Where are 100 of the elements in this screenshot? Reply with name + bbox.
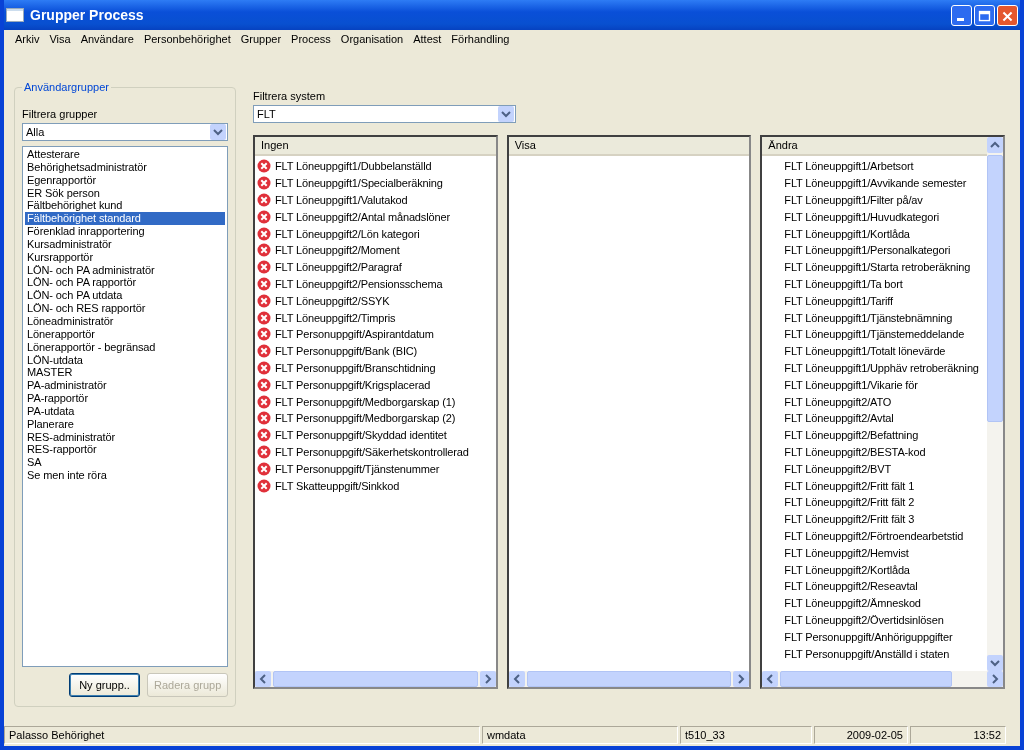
column-header[interactable]: Ingen	[255, 137, 496, 156]
column-header[interactable]: Visa	[508, 137, 750, 156]
group-button[interactable]: Ny grupp..	[69, 673, 140, 697]
menu-item[interactable]: Användare	[75, 32, 139, 45]
group-list-item[interactable]: Lönerapportör - begränsad	[25, 340, 225, 354]
minimize-button[interactable]	[951, 4, 972, 26]
group-list-item[interactable]: PA-rapportör	[25, 392, 225, 405]
menu-item[interactable]: Förhandling	[446, 32, 515, 45]
group-list-item[interactable]: LÖN- och PA administratör	[25, 263, 225, 277]
permission-item[interactable]: FLT Löneuppgift2/Paragraf	[275, 261, 402, 274]
menu-item[interactable]: Attest	[408, 32, 447, 45]
group-list-item[interactable]: Behörighetsadministratör	[25, 160, 225, 174]
permission-item[interactable]: FLT Löneuppgift2/Antal månadslöner	[275, 210, 450, 223]
menu-item[interactable]: Visa	[44, 32, 76, 45]
permission-item[interactable]: FLT Löneuppgift2/Pensionsschema	[275, 277, 443, 290]
group-list-item[interactable]: RES-administratör	[25, 430, 225, 444]
permission-item[interactable]: FLT Personuppgift/Branschtidning	[275, 361, 436, 374]
permission-item[interactable]: FLT Löneuppgift2/SSYK	[275, 294, 390, 307]
group-list-item[interactable]: ER Sök person	[25, 186, 225, 200]
vertical-scrollbar[interactable]	[987, 137, 1003, 671]
group-list-item[interactable]: Förenklad inrapportering	[25, 225, 225, 238]
permission-item[interactable]: FLT Löneuppgift1/Tjänstebnämning	[784, 311, 953, 324]
group-list-item[interactable]: Lönerapportör	[25, 327, 225, 341]
permission-item[interactable]: FLT Löneuppgift1/Personalkategori	[784, 244, 951, 257]
permission-item[interactable]: FLT Personuppgift/Medborgarskap (1)	[275, 395, 456, 408]
group-list-item[interactable]: RES-rapportör	[25, 443, 225, 457]
group-filter-dropdown[interactable]: Alla	[22, 123, 228, 141]
group-list-item[interactable]: Löneadministratör	[25, 314, 225, 328]
permission-item[interactable]: FLT Personuppgift/Krigsplacerad	[275, 378, 431, 391]
permission-item[interactable]: FLT Personuppgift/Säkerhetskontrollerad	[275, 445, 469, 458]
permission-item[interactable]: FLT Löneuppgift2/Avtal	[784, 412, 894, 425]
permission-item[interactable]: FLT Löneuppgift1/Ta bort	[784, 277, 903, 290]
group-list-item[interactable]: Egenrapportör	[25, 173, 225, 187]
permission-item[interactable]: FLT Personuppgift/Bank (BIC)	[275, 345, 418, 358]
group-list-item[interactable]: SA	[25, 456, 225, 470]
menu-item[interactable]: Process	[286, 32, 336, 45]
close-button[interactable]	[997, 4, 1018, 26]
permission-item[interactable]: FLT Löneuppgift2/Fritt fält 2	[784, 496, 915, 509]
permission-item[interactable]: FLT Personuppgift/Aspirantdatum	[275, 328, 434, 341]
permission-item[interactable]: FLT Löneuppgift1/Tjänstemeddelande	[784, 328, 965, 341]
permission-item[interactable]: FLT Personuppgift/Anställd i staten	[784, 647, 950, 660]
horizontal-scrollbar[interactable]	[762, 671, 1003, 687]
scroll-thumb[interactable]	[987, 155, 1003, 422]
menu-item[interactable]: Grupper	[235, 32, 287, 45]
permission-item[interactable]: FLT Löneuppgift2/Reseavtal	[784, 580, 918, 593]
permission-item[interactable]: FLT Löneuppgift2/Övertidsinlösen	[784, 613, 944, 626]
permission-item[interactable]: FLT Löneuppgift2/Lön kategori	[275, 227, 420, 240]
permission-item[interactable]: FLT Löneuppgift2/BVT	[784, 462, 891, 475]
group-list-item[interactable]: Kursrapportör	[25, 250, 225, 264]
group-list-item[interactable]: PA-administratör	[25, 379, 225, 393]
permission-item[interactable]: FLT Löneuppgift1/Starta retroberäkning	[784, 261, 971, 274]
permission-item[interactable]: FLT Personuppgift/Medborgarskap (2)	[275, 412, 456, 425]
status-pane: t510_33	[680, 726, 812, 744]
group-list-item[interactable]: Planerare	[25, 417, 225, 431]
group-list-item[interactable]: Kursadministratör	[25, 237, 225, 251]
maximize-button[interactable]	[974, 4, 995, 26]
permission-item[interactable]: FLT Löneuppgift2/BESTA-kod	[784, 445, 926, 458]
permission-item[interactable]: FLT Löneuppgift1/Specialberäkning	[275, 177, 443, 190]
permission-item[interactable]: FLT Löneuppgift2/Förtroendearbetstid	[784, 529, 964, 542]
permission-item[interactable]: FLT Personuppgift/Anhöriguppgifter	[784, 630, 953, 643]
permission-item[interactable]: FLT Löneuppgift1/Dubbelanställd	[275, 160, 432, 173]
permission-item[interactable]: FLT Personuppgift/Tjänstenummer	[275, 462, 440, 475]
permission-item[interactable]: FLT Personuppgift/Skyddad identitet	[275, 429, 447, 442]
group-list-item[interactable]: LÖN- och PA utdata	[25, 289, 225, 303]
group-list-item[interactable]: LÖN- och PA rapportör	[25, 276, 225, 290]
scroll-thumb[interactable]	[780, 671, 953, 687]
permission-item[interactable]: FLT Löneuppgift2/Fritt fält 1	[784, 479, 915, 492]
permission-item[interactable]: FLT Skatteuppgift/Sinkkod	[275, 479, 400, 492]
group-list-item[interactable]: LÖN- och RES rapportör	[25, 302, 225, 315]
permission-item[interactable]: FLT Löneuppgift2/Moment	[275, 244, 400, 257]
menu-item[interactable]: Arkiv	[10, 32, 45, 45]
permission-item[interactable]: FLT Löneuppgift2/ATO	[784, 395, 892, 408]
permission-item[interactable]: FLT Löneuppgift1/Avvikande semester	[784, 177, 967, 190]
permission-item[interactable]: FLT Löneuppgift1/Valutakod	[275, 194, 408, 206]
permission-item[interactable]: FLT Löneuppgift1/Filter på/av	[784, 194, 923, 206]
permission-item[interactable]: FLT Löneuppgift2/Hemvist	[784, 546, 909, 559]
permission-item[interactable]: FLT Löneuppgift1/Totalt lönevärde	[784, 345, 946, 358]
permission-item[interactable]: FLT Löneuppgift1/Tariff	[784, 294, 893, 307]
permission-item[interactable]: FLT Löneuppgift2/Fritt fält 3	[784, 513, 915, 526]
permission-item[interactable]: FLT Löneuppgift2/Kortlåda	[784, 563, 910, 576]
permission-item[interactable]: FLT Löneuppgift2/Timpris	[275, 311, 396, 324]
group-list-item[interactable]: Se men inte röra	[25, 469, 225, 482]
group-list-item[interactable]: PA-utdata	[25, 404, 225, 418]
permission-item[interactable]: FLT Löneuppgift2/Ämneskod	[784, 597, 921, 610]
group-list-item[interactable]: LÖN-utdata	[25, 353, 225, 367]
permission-item[interactable]: FLT Löneuppgift1/Arbetsort	[784, 160, 914, 173]
group-list-item[interactable]: Fältbehörighet standard	[25, 212, 225, 226]
permission-item[interactable]: FLT Löneuppgift1/Upphäv retroberäkning	[784, 361, 979, 374]
permission-item[interactable]: FLT Löneuppgift1/Vikarie för	[784, 378, 918, 391]
minimize-icon	[957, 17, 964, 21]
permission-item[interactable]: FLT Löneuppgift1/Kortlåda	[784, 227, 910, 240]
permission-item[interactable]: FLT Löneuppgift1/Huvudkategori	[784, 210, 940, 223]
group-list-item[interactable]: MASTER	[25, 366, 225, 380]
column-header[interactable]: Ändra	[762, 137, 987, 156]
menu-item[interactable]: Organisation	[335, 32, 409, 45]
system-filter-dropdown[interactable]: FLT	[253, 105, 516, 123]
group-list-item[interactable]: Fältbehörighet kund	[25, 199, 225, 213]
group-list-item[interactable]: Attesterare	[25, 148, 225, 161]
menu-item[interactable]: Personbehörighet	[138, 32, 236, 45]
permission-item[interactable]: FLT Löneuppgift2/Befattning	[784, 429, 919, 442]
